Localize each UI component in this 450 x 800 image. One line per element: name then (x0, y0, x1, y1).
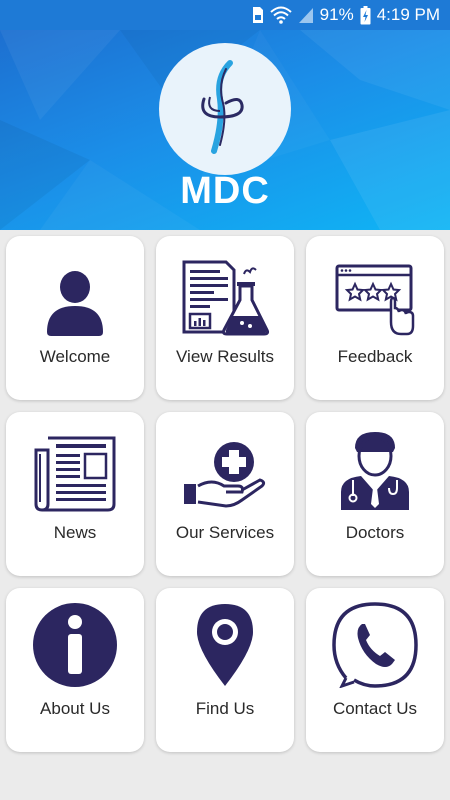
menu-label: News (53, 523, 97, 542)
care-hand-icon (184, 442, 266, 508)
battery-icon (360, 5, 371, 25)
header-banner: MDC (0, 30, 450, 230)
menu-label: Feedback (337, 347, 413, 366)
doctor-icon (341, 432, 409, 510)
wifi-icon (269, 6, 292, 24)
sim-icon (252, 6, 264, 24)
menu-tile-news[interactable]: News (6, 412, 144, 576)
location-pin-icon (197, 604, 253, 686)
menu-label: Our Services (175, 523, 275, 542)
menu-grid: Welcome View Results Feedback News Our S… (6, 236, 444, 752)
app-title: MDC (180, 170, 270, 212)
newspaper-icon (34, 436, 116, 512)
clock: 4:19 PM (376, 5, 440, 24)
user-icon (47, 271, 103, 336)
status-bar: 91% 4:19 PM (0, 0, 450, 30)
menu-tile-about-us[interactable]: About Us (6, 588, 144, 752)
menu-tile-feedback[interactable]: Feedback (306, 236, 444, 400)
signal-icon (298, 6, 314, 24)
menu-label: About Us (40, 699, 110, 718)
menu-label: Find Us (195, 699, 255, 718)
rating-icon (335, 264, 415, 336)
menu-tile-contact-us[interactable]: Contact Us (306, 588, 444, 752)
menu-tile-view-results[interactable]: View Results (156, 236, 294, 400)
menu-label: View Results (176, 347, 274, 366)
info-icon (33, 603, 117, 687)
phone-icon (332, 602, 418, 688)
app-logo (159, 43, 291, 175)
menu-label: Doctors (345, 523, 405, 542)
mdc-logo-icon (201, 60, 244, 154)
menu-label: Contact Us (332, 699, 418, 718)
menu-label: Welcome (39, 347, 111, 366)
menu-tile-doctors[interactable]: Doctors (306, 412, 444, 576)
menu-tile-find-us[interactable]: Find Us (156, 588, 294, 752)
lab-report-icon (182, 260, 270, 336)
battery-percent: 91% (319, 5, 354, 24)
menu-tile-our-services[interactable]: Our Services (156, 412, 294, 576)
menu-tile-welcome[interactable]: Welcome (6, 236, 144, 400)
